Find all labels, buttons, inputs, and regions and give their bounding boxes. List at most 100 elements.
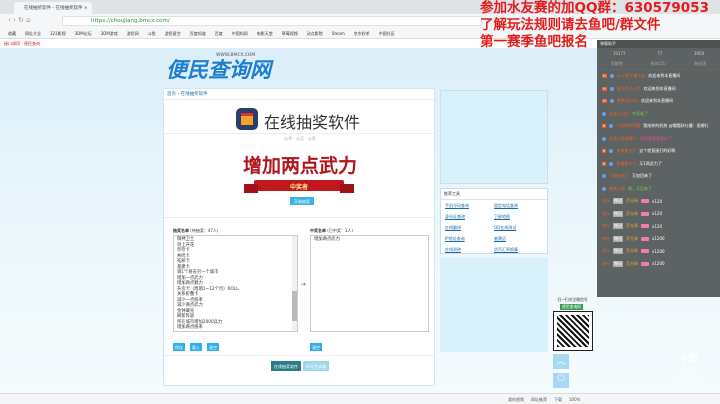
close-icon[interactable]: × xyxy=(84,6,88,11)
chat-text: 欢迎来到本直播间 xyxy=(648,73,681,79)
bookmark-item[interactable]: 中国社区 xyxy=(379,31,395,36)
link-api[interactable]: 接口调用 xyxy=(4,41,20,46)
tab-fans[interactable]: 粉丝团 xyxy=(694,61,706,67)
list-item: 增加两点统率 xyxy=(177,325,203,330)
gift-icon xyxy=(641,261,649,266)
chat-message: K 幸福猪太子 又1两武力了 xyxy=(597,158,720,171)
slogan: 公平 · 公正 · 公开 xyxy=(284,136,316,141)
back-to-top-icon[interactable]: ︿ xyxy=(553,354,569,369)
bookmark-item[interactable]: Steam xyxy=(332,31,345,36)
download[interactable]: 下载 xyxy=(554,397,562,402)
gift-message: 老叶 赠送 荧光棒 x120 xyxy=(597,208,720,221)
tool-link[interactable]: 在线翻译 xyxy=(445,225,494,231)
bookmark-item[interactable]: 收藏 xyxy=(8,31,16,36)
gift-message: 老叶 赠送 荧光棒 x120 xyxy=(597,195,720,208)
clear-winners-button[interactable]: 清空 xyxy=(310,343,322,351)
clear-button[interactable]: 清空 xyxy=(207,343,219,351)
tool-link[interactable]: 身份证查询 xyxy=(445,214,494,220)
gift-count: x120 xyxy=(652,198,663,204)
tool-link[interactable]: IP地址查询 xyxy=(445,236,494,242)
chat-text: 又加回来了 xyxy=(632,173,652,179)
stream-overlay-text: 参加水友赛的加QQ群：630579053 了解玩法规则请去鱼吧/群文件 第一赛季鱼吧… xyxy=(480,0,709,50)
chat-text: 欢迎来到本直播间 xyxy=(643,85,676,91)
bookmark-item[interactable]: 3DM游戏 xyxy=(101,31,118,36)
zoom-level[interactable]: 100% xyxy=(569,397,580,402)
user-icon xyxy=(602,186,606,191)
lottery-tool-button[interactable]: 在线抽奖软件 xyxy=(271,361,301,371)
chat-text: 中奖者了 xyxy=(632,110,648,116)
tab-contrib[interactable]: 贡献榜 xyxy=(611,61,623,67)
tool-link[interactable]: 固定电话查询 xyxy=(494,203,543,209)
gift-name: 荧光棒 xyxy=(626,235,638,241)
danmaku-chat-panel: 弹幕助手 19177 77 3950 贡献榜 贵宾(21) 粉丝团 H Lv斗鱼主播水友欢… xyxy=(597,40,720,297)
crumb-home[interactable]: 首页 xyxy=(167,92,176,97)
site-logo[interactable]: 便民查询网 WWW.BMCX.COM xyxy=(166,52,271,84)
send-label: 赠送 xyxy=(613,248,623,255)
start-draw-button[interactable]: 开始抽奖 xyxy=(290,197,314,205)
level-badge: H xyxy=(602,74,607,79)
scrollbar[interactable] xyxy=(292,236,297,331)
bookmark-item[interactable]: 游民网 xyxy=(127,31,139,36)
link-bmcx[interactable]: 便民查询 xyxy=(24,41,40,46)
browser-tab[interactable]: 在线抽奖软件 - 在线抽奖软件 × xyxy=(14,2,92,14)
gift-count: x120 xyxy=(652,211,663,217)
user-icon xyxy=(602,111,606,116)
chat-text: 又1两武力了 xyxy=(639,160,662,166)
candidate-list-textarea[interactable]: 御神卫士 剑上开花 奈奈卡 共鸣卡 祛邪卡 基建卡 调1个将去另一个城市 增加一点武力 增加两点… xyxy=(173,235,298,332)
gift-count: x1200 xyxy=(652,261,665,267)
chat-message: H 桐梦瑶Lxxx 欢迎来到本直播间 xyxy=(597,95,720,108)
bookmark-item[interactable]: 动点影院 xyxy=(307,31,323,36)
chat-message: H Lv斗鱼主播水友 欢迎来到本直播间 xyxy=(597,70,720,83)
bookmark-item[interactable]: 百度 xyxy=(215,31,223,36)
bookmark-item[interactable]: 京东秒杀 xyxy=(354,31,370,36)
bookmark-item[interactable]: 游民星空 xyxy=(165,31,181,36)
chat-user: 老叶 xyxy=(602,260,610,266)
bookmark-item[interactable]: 草莓视频 xyxy=(282,31,298,36)
chat-text: 嗯，又回来了 xyxy=(628,185,652,191)
url-recommend[interactable]: 网址推荐 xyxy=(531,397,547,402)
tab-vip[interactable]: 贵宾(21) xyxy=(650,61,666,67)
tool-link[interactable]: QQ在线测试 xyxy=(494,225,543,231)
my-video[interactable]: 我的视频 xyxy=(508,397,524,402)
winner-label: 中奖名单 (已中奖：1人) xyxy=(310,228,353,233)
user-icon xyxy=(609,124,614,129)
gift-count: x1200 xyxy=(652,236,665,242)
gift-message: 老叶 赠送 荧光棒 x1200 xyxy=(597,258,720,271)
bookmark-item[interactable]: 电影天堂 xyxy=(257,31,273,36)
crumb-current[interactable]: 在线抽奖软件 xyxy=(181,92,208,97)
gift-icon xyxy=(641,224,649,229)
chat-text: 这个就直接打的好啊 xyxy=(639,148,676,154)
chat-title: 弹幕助手 xyxy=(597,40,720,48)
tool-link[interactable]: 在线闹钟 xyxy=(445,247,494,253)
gift-name: 荧光棒 xyxy=(626,210,638,216)
feedback-chat-icon[interactable]: ○ xyxy=(553,373,569,388)
gift-message: 老叶 赠送 荧光棒 x1200 xyxy=(597,233,720,246)
url-input[interactable]: https://choujiang.bmcx.com/ xyxy=(62,16,482,26)
chat-message: 小猫吃笔了 又加回来了 xyxy=(597,170,720,183)
gift-name: 荧光棒 xyxy=(626,260,638,266)
bookmark-item[interactable]: 网址大全 xyxy=(25,31,41,36)
chat-message: 水晶小白白 中奖者了 xyxy=(597,108,720,121)
save-button[interactable]: 保存 xyxy=(173,343,185,351)
chat-user: 幸福猪太子 xyxy=(616,160,637,166)
bookmark-item[interactable]: 百度知道 xyxy=(190,31,206,36)
tool-link[interactable]: 卫星地图 xyxy=(494,214,543,220)
number-generator-button[interactable]: 序号生成器 xyxy=(303,361,329,371)
chat-user: 晓晓小猫 xyxy=(609,185,625,191)
bookmark-item[interactable]: 斗鱼 xyxy=(148,31,156,36)
chat-message: 晓晓小猫 嗯，又回来了 xyxy=(597,183,720,196)
bookmark-item[interactable]: 中国知网 xyxy=(232,31,248,36)
user-icon xyxy=(602,174,606,179)
user-icon xyxy=(609,99,614,104)
gift-count: x120 xyxy=(652,223,663,229)
tool-link[interactable]: 手机号码查询 xyxy=(445,203,494,209)
import-button[interactable]: 载入 xyxy=(190,343,202,351)
bookmark-item[interactable]: 3DM论坛 xyxy=(75,31,92,36)
bookmark-item[interactable]: 321影视 xyxy=(50,31,66,36)
tool-link[interactable]: 货币汇率换算 xyxy=(494,247,543,253)
chat-user: 小猫吃笔了 xyxy=(609,173,629,179)
winner-list-textarea[interactable]: 增加两点武力 xyxy=(310,235,429,332)
gift-count: x1200 xyxy=(652,248,665,254)
nav-buttons-icon[interactable]: ‹ › ↻ ⌂ xyxy=(8,16,31,24)
tool-link[interactable]: 者黄历 xyxy=(494,236,543,242)
